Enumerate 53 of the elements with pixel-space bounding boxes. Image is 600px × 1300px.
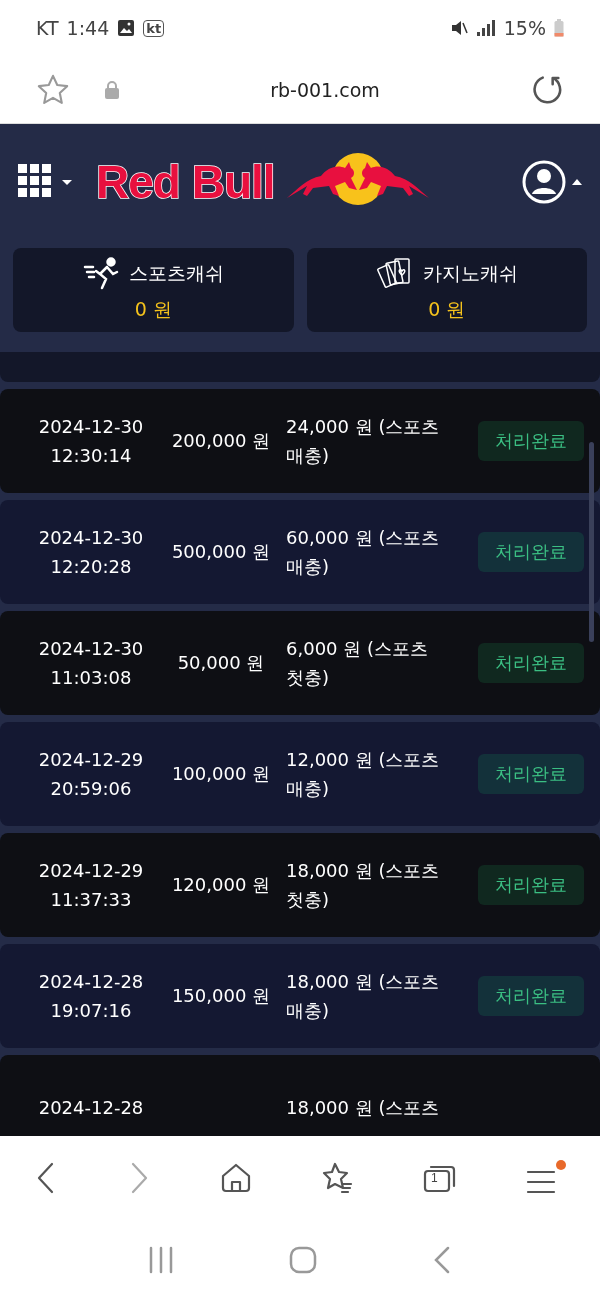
signal-icon [475, 20, 496, 36]
scrollbar[interactable] [589, 442, 594, 642]
bookmark-star-icon[interactable] [36, 72, 70, 107]
wallet-label: 스포츠캐쉬 [128, 261, 224, 286]
status-badge: 처리완료 [478, 754, 584, 794]
bonus-cell-text: 18,000 원 (스포츠 첫충) [285, 859, 441, 912]
bonus-cell-text: 18,000 원 (스포츠 [285, 1095, 441, 1120]
carrier-name: KT [36, 17, 59, 39]
date-time-cell-text: 2024-12-30 12:20:28 [37, 526, 145, 579]
wallet-card[interactable]: 스포츠캐쉬 0 원 [13, 248, 294, 332]
amount-cell-text: 120,000 원 [170, 873, 272, 897]
menu-button[interactable] [525, 1160, 566, 1196]
apps-menu-button[interactable] [18, 164, 72, 200]
mute-icon [449, 19, 468, 37]
amount-cell-text: 100,000 원 [170, 762, 272, 786]
date-time-cell-text: 2024-12-28 [37, 1095, 145, 1120]
bonus-cell-text: 12,000 원 (스포츠 매충) [285, 748, 441, 801]
image-icon [117, 19, 136, 37]
amount-cell-text: 500,000 원 [170, 540, 272, 564]
amount-cell-text: 150,000 원 [170, 984, 272, 1008]
status-badge: 처리완료 [478, 532, 584, 572]
amount-cell-text: 200,000 원 [170, 429, 272, 453]
bonus-cell-text: 24,000 원 (스포츠 매충) [285, 415, 441, 468]
lock-icon [104, 80, 120, 99]
battery-icon [554, 19, 564, 37]
bonus-cell-text: 6,000 원 (스포츠 첫충) [285, 637, 429, 690]
date-time-cell-text: 2024-12-30 11:03:08 [37, 637, 145, 690]
date-time-cell-text: 2024-12-29 20:59:06 [37, 748, 145, 801]
wallet-amount: 0 원 [134, 297, 172, 322]
account-button[interactable] [522, 159, 582, 205]
logo-text: Red Bull [96, 155, 275, 209]
status-badge: 처리완료 [478, 643, 584, 683]
bookmarks-button[interactable] [320, 1162, 355, 1194]
status-badge: 처리완료 [478, 421, 584, 461]
runner-icon [82, 257, 119, 291]
battery-percent: 15% [503, 17, 546, 39]
carrier-badge: kt [143, 19, 165, 37]
home-button[interactable] [219, 1162, 252, 1194]
wallet-label: 카지노캐쉬 [423, 261, 519, 286]
date-time-cell-text: 2024-12-30 12:30:14 [37, 415, 145, 468]
amount-cell-text: 50,000 원 [176, 651, 266, 675]
wallet-card[interactable]: 카지노캐쉬 0 원 [306, 248, 587, 332]
wallet-amount: 0 원 [428, 297, 466, 322]
home-nav-button[interactable] [289, 1246, 317, 1274]
clock-time: 1:44 [66, 17, 110, 39]
date-time-cell-text: 2024-12-29 11:37:33 [37, 859, 145, 912]
bonus-cell-text: 18,000 원 (스포츠 매충) [285, 970, 441, 1023]
url-text[interactable]: rb-001.com [120, 78, 530, 101]
bonus-cell-text: 60,000 원 (스포츠 매충) [285, 526, 441, 579]
recent-apps-button[interactable] [147, 1246, 174, 1274]
date-time-cell-text: 2024-12-28 19:07:16 [37, 970, 145, 1023]
status-badge: 처리완료 [478, 976, 584, 1016]
status-badge: 처리완료 [478, 865, 584, 905]
